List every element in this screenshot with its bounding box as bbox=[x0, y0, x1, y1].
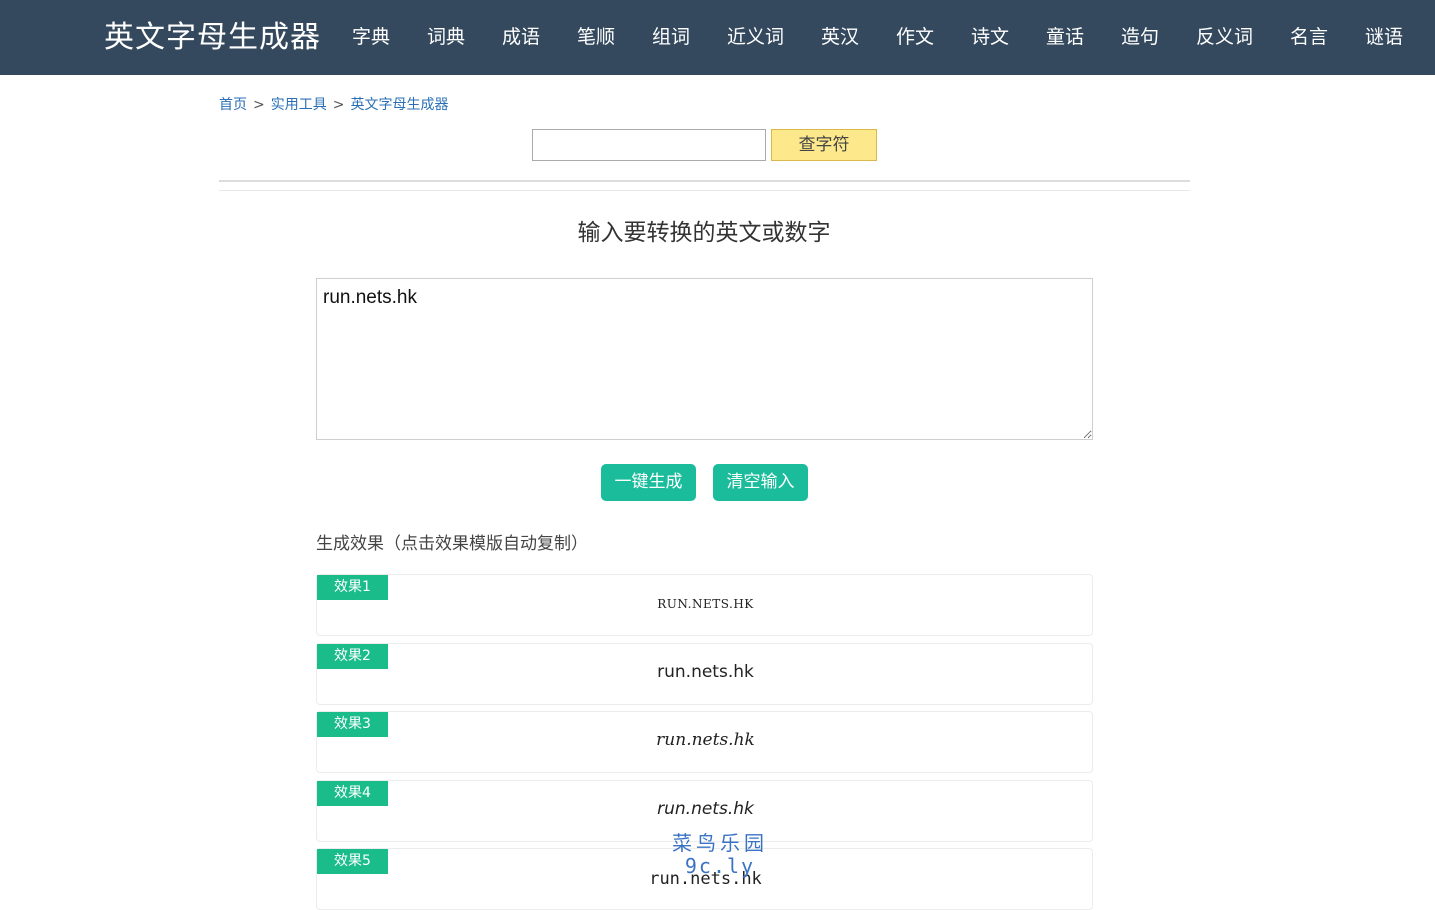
nav-item-chengyu[interactable]: 成语 bbox=[502, 24, 540, 50]
clear-input-button[interactable]: 清空输入 bbox=[713, 464, 808, 501]
breadcrumb-separator: > bbox=[253, 97, 265, 113]
result-card-1[interactable]: 效果1 RUN.NETS.HK bbox=[316, 574, 1093, 636]
top-navbar: 英文字母生成器 字典 词典 成语 笔顺 组词 近义词 英汉 作文 诗文 童话 造… bbox=[0, 0, 1435, 75]
nav-item-zuci[interactable]: 组词 bbox=[652, 24, 690, 50]
nav-item-jinyici[interactable]: 近义词 bbox=[727, 24, 784, 50]
result-card-5[interactable]: 效果5 run.nets.hk bbox=[316, 848, 1093, 910]
converter-title: 输入要转换的英文或数字 bbox=[577, 220, 831, 246]
nav-item-miyu[interactable]: 谜语 bbox=[1365, 24, 1403, 50]
generate-button[interactable]: 一键生成 bbox=[601, 464, 696, 501]
search-button[interactable]: 查字符 bbox=[771, 129, 877, 161]
nav-item-zuowen[interactable]: 作文 bbox=[896, 24, 934, 50]
divider bbox=[219, 190, 1190, 191]
breadcrumb-tools-link[interactable]: 实用工具 bbox=[271, 97, 327, 113]
result-text: run.nets.hk bbox=[657, 662, 754, 682]
nav-item-yinghan[interactable]: 英汉 bbox=[821, 24, 859, 50]
search-input[interactable] bbox=[532, 129, 766, 161]
nav-item-cidian[interactable]: 词典 bbox=[427, 24, 465, 50]
breadcrumb-home-link[interactable]: 首页 bbox=[219, 97, 247, 113]
text-input-area[interactable]: run.nets.hk bbox=[316, 278, 1093, 440]
nav-item-zidian[interactable]: 字典 bbox=[352, 24, 390, 50]
nav-item-bishun[interactable]: 笔顺 bbox=[577, 24, 615, 50]
result-card-4[interactable]: 效果4 run.nets.hk bbox=[316, 780, 1093, 842]
result-card-3[interactable]: 效果3 run.nets.hk bbox=[316, 711, 1093, 773]
result-text: run.nets.hk bbox=[649, 869, 762, 889]
breadcrumb: 首页 > 实用工具 > 英文字母生成器 bbox=[219, 95, 448, 115]
site-brand[interactable]: 英文字母生成器 bbox=[104, 18, 321, 58]
divider bbox=[219, 180, 1190, 182]
nav-item-tonghua[interactable]: 童话 bbox=[1046, 24, 1084, 50]
result-text: run.nets.hk bbox=[656, 730, 755, 750]
nav-item-zaoju[interactable]: 造句 bbox=[1121, 24, 1159, 50]
breadcrumb-current-link[interactable]: 英文字母生成器 bbox=[350, 97, 448, 113]
nav-item-shiwen[interactable]: 诗文 bbox=[971, 24, 1009, 50]
result-text: RUN.NETS.HK bbox=[657, 597, 754, 611]
nav-item-mingyan[interactable]: 名言 bbox=[1290, 24, 1328, 50]
result-card-2[interactable]: 效果2 run.nets.hk bbox=[316, 643, 1093, 705]
results-heading: 生成效果（点击效果模版自动复制） bbox=[316, 534, 588, 554]
nav-item-fanyici[interactable]: 反义词 bbox=[1196, 24, 1253, 50]
result-text: run.nets.hk bbox=[657, 799, 754, 819]
breadcrumb-separator: > bbox=[332, 97, 345, 113]
